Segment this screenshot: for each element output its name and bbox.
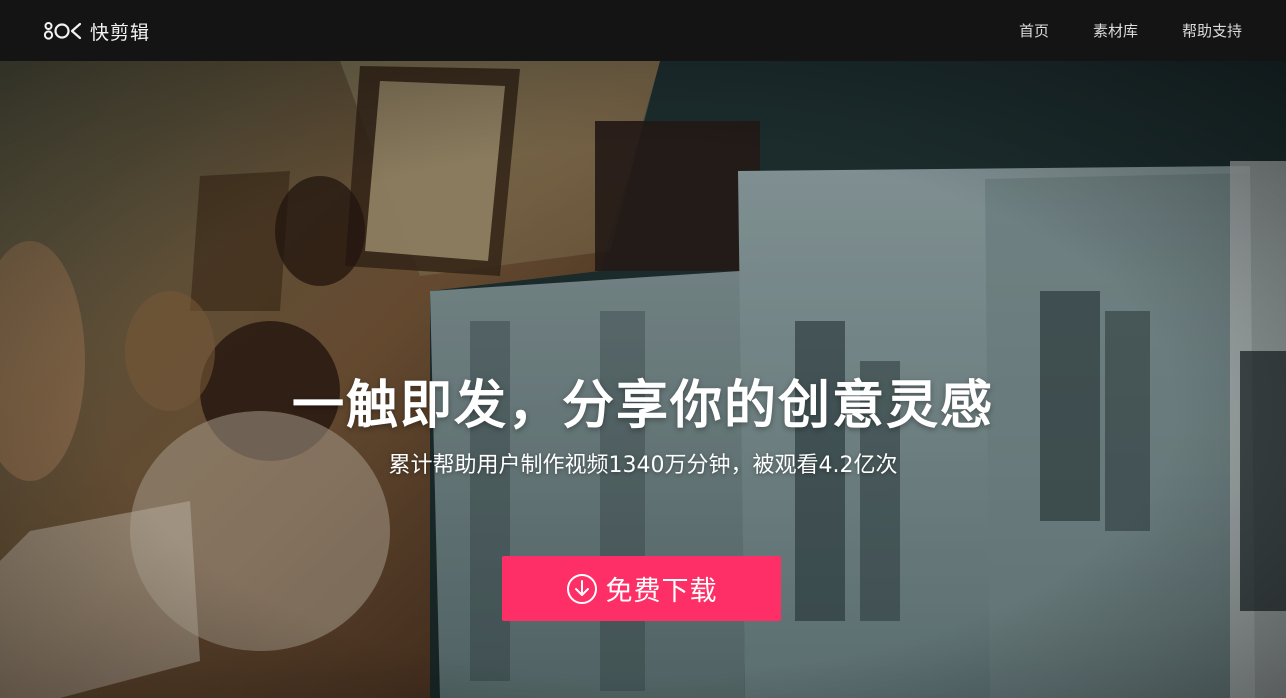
main-nav: 首页 素材库 帮助支持 <box>975 0 1242 61</box>
hero-subtitle: 累计帮助用户制作视频1340万分钟，被观看4.2亿次 <box>388 453 898 478</box>
logo-text: 快剪辑 <box>90 21 151 44</box>
free-download-button[interactable]: 免费下载 <box>502 556 781 621</box>
kuai-logo-icon <box>44 22 82 40</box>
hero-title: 一触即发，分享你的创意灵感 <box>291 376 994 436</box>
top-nav-bar: 快剪辑 首页 素材库 帮助支持 <box>0 0 1286 61</box>
download-button-label: 免费下载 <box>605 576 718 607</box>
nav-item-materials[interactable]: 素材库 <box>1093 20 1138 41</box>
page: 快剪辑 首页 素材库 帮助支持 一触即发，分享你的创意灵感 累计帮助用户制作视频… <box>0 0 1286 698</box>
logo[interactable]: 快剪辑 <box>44 18 150 44</box>
download-circle-icon <box>566 573 597 604</box>
nav-item-help[interactable]: 帮助支持 <box>1182 20 1242 41</box>
nav-item-home[interactable]: 首页 <box>1019 20 1049 41</box>
hero-section: 一触即发，分享你的创意灵感 累计帮助用户制作视频1340万分钟，被观看4.2亿次… <box>0 61 1286 698</box>
